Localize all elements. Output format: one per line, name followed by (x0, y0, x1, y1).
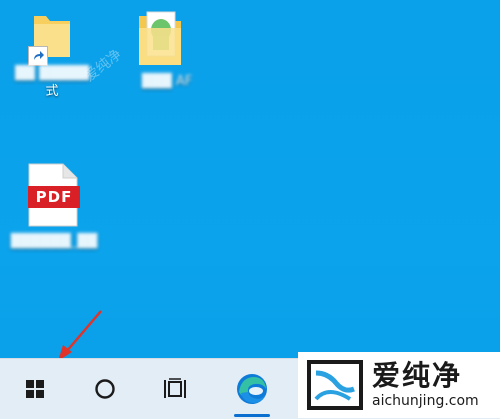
start-button[interactable] (12, 359, 58, 419)
windows-logo-icon (26, 380, 44, 398)
search-circle-icon (95, 379, 115, 399)
image-folder-label-blurred: ███ AF (141, 74, 193, 89)
shortcut-arrow-icon (28, 46, 48, 66)
desktop-icon-image-folder[interactable]: ███ AF (112, 8, 208, 90)
edge-icon (237, 374, 267, 404)
task-view-icon (164, 378, 186, 398)
active-indicator (234, 414, 270, 417)
watermark-logo-icon (307, 360, 363, 410)
edge-button[interactable] (222, 359, 282, 419)
search-button[interactable] (82, 359, 128, 419)
task-view-button[interactable] (152, 359, 198, 419)
pdf-icon: PDF (27, 162, 81, 232)
watermark-url: aichunjing.com (372, 393, 479, 409)
desktop-icon-pdf[interactable]: PDF ██████_██ (4, 162, 104, 250)
site-watermark: 爱纯净 aichunjing.com (298, 352, 500, 418)
desktop[interactable]: ██ █████ 式 ███ AF 爱纯净 PDF ██████_██ (0, 0, 500, 358)
image-folder-icon (135, 8, 185, 72)
pdf-label-blurred: ██████_██ (10, 234, 98, 249)
shortcut-label: 式 (45, 84, 59, 99)
pdf-badge: PDF (28, 186, 80, 208)
desktop-icon-shortcut[interactable]: ██ █████ 式 (4, 8, 100, 100)
watermark-chinese-text: 爱纯净 (372, 359, 463, 392)
folder-icon (28, 8, 74, 66)
